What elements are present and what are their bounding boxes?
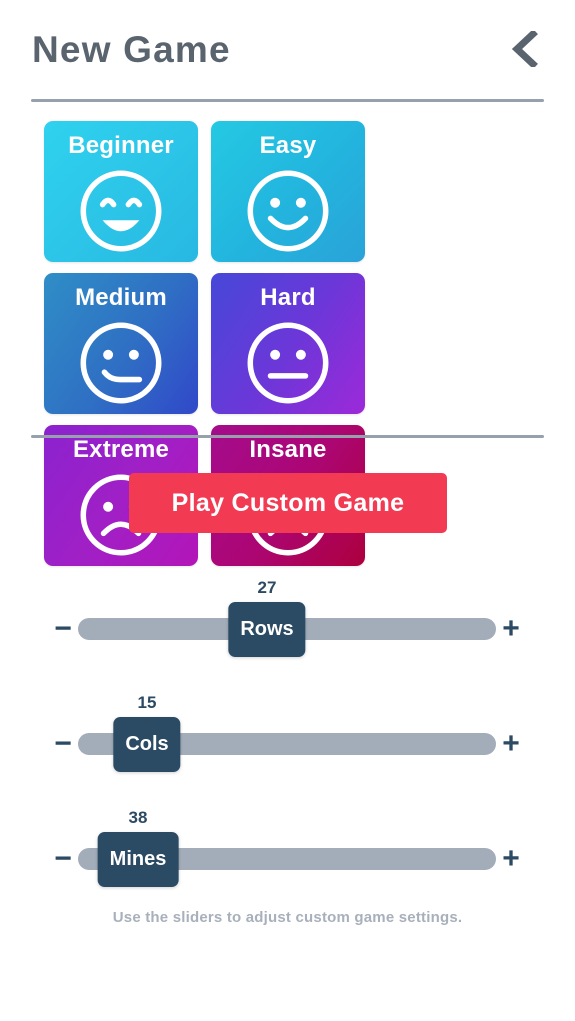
decrement-mines-button[interactable]: −: [50, 844, 76, 874]
hint-text: Use the sliders to adjust custom game se…: [112, 909, 463, 926]
increment-mines-button[interactable]: +: [498, 844, 524, 874]
slider-rows: 27 − Rows +: [0, 570, 575, 670]
smiling-face-icon: [242, 165, 334, 257]
slider-cols: 15 − Cols +: [0, 685, 575, 785]
difficulty-label: Extreme: [72, 436, 170, 463]
difficulty-tile-easy[interactable]: Easy: [211, 121, 365, 262]
difficulty-tile-beginner[interactable]: Beginner: [44, 121, 198, 262]
new-game-screen: New Game Beginner Easy Medium Hard Extre…: [0, 0, 575, 1021]
decrement-rows-button[interactable]: −: [50, 614, 76, 644]
slider-mines: 38 − Mines +: [0, 800, 575, 900]
slider-value-cols: 15: [137, 693, 157, 712]
increment-cols-button[interactable]: +: [498, 729, 524, 759]
slider-thumb-cols[interactable]: Cols: [113, 717, 181, 772]
difficulty-label: Hard: [260, 284, 316, 311]
slight-smile-face-icon: [75, 317, 167, 409]
difficulty-label: Insane: [249, 436, 327, 463]
difficulty-label: Medium: [75, 284, 167, 311]
back-button[interactable]: [501, 27, 545, 71]
slider-value-rows: 27: [257, 578, 277, 597]
difficulty-tile-medium[interactable]: Medium: [44, 273, 198, 414]
increment-rows-button[interactable]: +: [498, 614, 524, 644]
difficulty-label: Beginner: [68, 132, 174, 159]
slider-thumb-mines[interactable]: Mines: [97, 832, 179, 887]
play-custom-game-button[interactable]: Play Custom Game: [129, 473, 447, 533]
decrement-cols-button[interactable]: −: [50, 729, 76, 759]
smiling-face-happy-eyes-icon: [75, 165, 167, 257]
difficulty-label: Easy: [259, 132, 317, 159]
divider-top: [31, 99, 544, 102]
header: New Game: [0, 0, 575, 98]
divider-bottom: [31, 435, 544, 438]
page-title: New Game: [32, 28, 231, 70]
slider-thumb-rows[interactable]: Rows: [228, 602, 306, 657]
chevron-left-icon: [508, 31, 538, 67]
difficulty-tile-hard[interactable]: Hard: [211, 273, 365, 414]
neutral-face-icon: [242, 317, 334, 409]
slider-value-mines: 38: [128, 808, 148, 827]
